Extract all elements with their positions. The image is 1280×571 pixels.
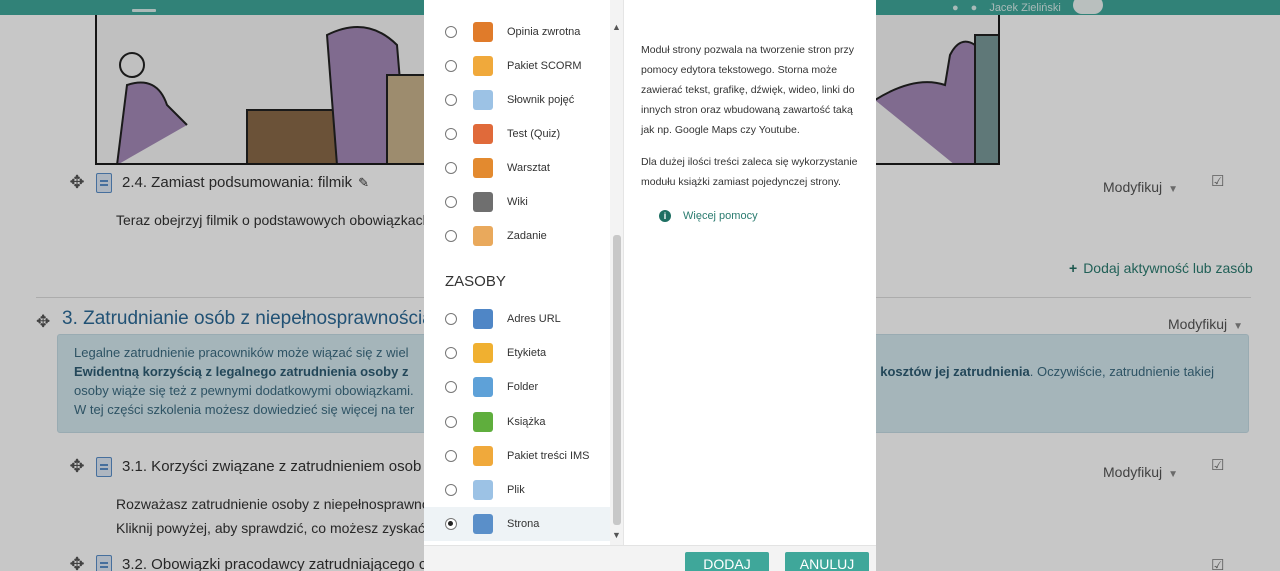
cancel-button[interactable]: ANULUJ — [785, 552, 869, 571]
radio-icon[interactable] — [445, 162, 457, 174]
workshop-icon — [473, 158, 493, 178]
scrollbar-thumb[interactable] — [613, 235, 621, 525]
help-paragraph: Moduł strony pozwala na tworzenie stron … — [641, 44, 855, 136]
module-option[interactable]: Test (Quiz) — [424, 117, 623, 151]
radio-icon[interactable] — [445, 230, 457, 242]
folder-icon — [473, 377, 493, 398]
module-label: Książka — [507, 415, 546, 428]
course-page: ● ● Jacek Zieliński ✥ 2.4. Zamiast podsu… — [0, 0, 1280, 571]
module-help-panel: Moduł strony pozwala na tworzenie stron … — [641, 40, 861, 204]
module-list[interactable]: Opinia zwrotna Pakiet SCORM Słownik pojęć T… — [424, 0, 624, 545]
radio-icon[interactable] — [445, 484, 457, 496]
module-option[interactable]: Adres URL — [424, 302, 623, 336]
ims-package-icon — [473, 445, 493, 466]
scroll-up-icon[interactable]: ▲ — [612, 22, 621, 32]
more-help-link[interactable]: i Więcej pomocy — [659, 210, 758, 222]
dialog-footer: DODAJ ANULUJ — [424, 545, 876, 571]
more-help-label: Więcej pomocy — [683, 210, 758, 222]
info-icon: i — [659, 210, 671, 222]
module-option[interactable]: Plik — [424, 473, 623, 507]
help-paragraph: Dla dużej ilości treści zaleca się wykor… — [641, 156, 858, 188]
label-icon — [473, 343, 493, 364]
module-option[interactable]: Książka — [424, 405, 623, 439]
module-label: Pakiet treści IMS — [507, 449, 590, 462]
module-option[interactable]: Warsztat — [424, 151, 623, 185]
feedback-icon — [473, 22, 493, 42]
module-option[interactable]: Zadanie — [424, 219, 623, 253]
module-option[interactable]: Opinia zwrotna — [424, 15, 623, 49]
activity-chooser-dialog: Opinia zwrotna Pakiet SCORM Słownik pojęć T… — [424, 0, 876, 571]
module-option[interactable]: Pakiet treści IMS — [424, 439, 623, 473]
module-label: Zadanie — [507, 230, 547, 242]
page-icon — [473, 514, 493, 535]
module-label: Wiki — [507, 196, 528, 208]
wiki-icon — [473, 192, 493, 212]
book-icon — [473, 411, 493, 432]
module-label: Etykieta — [507, 347, 547, 360]
url-icon — [473, 309, 493, 329]
glossary-icon — [473, 90, 493, 110]
module-label: Plik — [507, 484, 525, 496]
module-label: Adres URL — [507, 313, 561, 325]
scorm-package-icon — [473, 56, 493, 76]
module-label: Słownik pojęć — [507, 94, 575, 106]
radio-icon[interactable] — [445, 196, 457, 208]
module-option[interactable]: Folder — [424, 370, 623, 404]
file-icon — [473, 480, 493, 500]
radio-selected-icon[interactable] — [445, 518, 457, 531]
module-label: Test (Quiz) — [507, 128, 561, 140]
radio-icon[interactable] — [445, 94, 457, 106]
module-label: Pakiet SCORM — [507, 60, 582, 72]
radio-icon[interactable] — [445, 347, 457, 360]
module-option[interactable]: Pakiet SCORM — [424, 49, 623, 83]
module-option[interactable]: Etykieta — [424, 336, 623, 370]
scroll-down-icon[interactable]: ▼ — [612, 530, 621, 540]
module-label: Folder — [507, 381, 539, 394]
assignment-icon — [473, 226, 493, 246]
resources-header: ZASOBY — [445, 273, 506, 290]
radio-icon[interactable] — [445, 449, 457, 462]
radio-icon[interactable] — [445, 60, 457, 72]
radio-icon[interactable] — [445, 128, 457, 140]
module-label: Strona — [507, 518, 540, 531]
module-label: Warsztat — [507, 162, 550, 174]
radio-icon[interactable] — [445, 313, 457, 325]
module-option[interactable]: Strona — [424, 507, 623, 542]
radio-icon[interactable] — [445, 381, 457, 394]
radio-icon[interactable] — [445, 415, 457, 428]
module-option[interactable]: Wiki — [424, 185, 623, 219]
module-option[interactable]: Słownik pojęć — [424, 83, 623, 117]
radio-icon[interactable] — [445, 26, 457, 38]
quiz-icon — [473, 124, 493, 144]
add-button[interactable]: DODAJ — [685, 552, 769, 571]
module-list-scrollbar[interactable]: ▲ ▼ — [610, 0, 623, 545]
module-label: Opinia zwrotna — [507, 26, 581, 38]
